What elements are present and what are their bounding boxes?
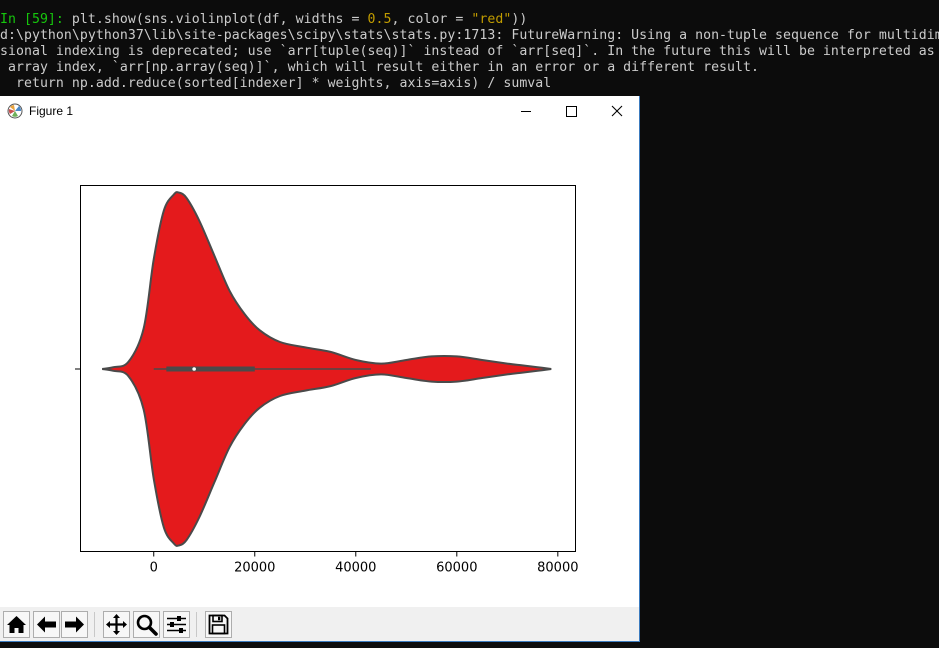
save-button[interactable] [205, 611, 232, 638]
x-tick-label: 0 [150, 561, 158, 576]
forward-button[interactable] [61, 611, 88, 638]
console-string-literal: "red" [471, 12, 512, 27]
zoom-icon [136, 614, 158, 636]
violin-iqr-box [166, 366, 255, 372]
plot-canvas[interactable]: 0 20000 40000 60000 80000 [0, 127, 639, 607]
window-titlebar[interactable]: Figure 1 [0, 96, 639, 127]
console-number-literal: 0.5 [367, 12, 392, 27]
configure-subplots-button[interactable] [163, 611, 190, 638]
console-command-part: )) [511, 12, 528, 27]
matplotlib-logo-icon [7, 103, 23, 119]
back-arrow-icon [37, 616, 56, 633]
console-warning-line: array index, `arr[np.array(seq)]`, which… [0, 60, 760, 75]
console-warning-line: d:\python\python37\lib\site-packages\sci… [0, 28, 939, 43]
x-tick-label: 20000 [234, 561, 275, 576]
console-input-line: In [59]: plt.show(sns.violinplot(df, wid… [0, 12, 527, 27]
violin-chart: 0 20000 40000 60000 80000 [75, 185, 579, 576]
pan-icon [106, 614, 127, 635]
x-tick-label: 40000 [335, 561, 376, 576]
minimize-button[interactable] [502, 96, 548, 127]
maximize-button[interactable] [548, 96, 594, 127]
violin-median-point [192, 367, 196, 371]
console-command-part: , color = [391, 12, 472, 27]
console-warning-line: sional indexing is deprecated; use `arr[… [0, 44, 935, 59]
close-button[interactable] [594, 96, 640, 127]
navigation-toolbar [0, 607, 639, 641]
maximize-icon [566, 106, 577, 117]
back-button[interactable] [33, 611, 60, 638]
console-command-part: plt.show(sns.violinplot(df, widths = [71, 12, 368, 27]
x-tick-label: 60000 [436, 561, 477, 576]
console-warning-line: return np.add.reduce(sorted[indexer] * w… [0, 76, 552, 91]
x-tick-label: 80000 [537, 561, 578, 576]
pan-button[interactable] [103, 611, 130, 638]
home-button[interactable] [3, 611, 30, 638]
toolbar-separator [196, 612, 197, 637]
home-icon [7, 616, 26, 633]
console-prompt: In [59]: [0, 12, 72, 27]
close-icon [611, 105, 623, 117]
forward-arrow-icon [65, 616, 84, 633]
window-title: Figure 1 [29, 104, 74, 118]
save-icon [208, 614, 229, 635]
configure-subplots-icon [167, 616, 186, 633]
minimize-icon [521, 111, 531, 112]
toolbar-separator [94, 612, 95, 637]
zoom-button[interactable] [133, 611, 160, 638]
figure-window: Figure 1 0 20000 40000 60000 80000 [0, 96, 640, 642]
